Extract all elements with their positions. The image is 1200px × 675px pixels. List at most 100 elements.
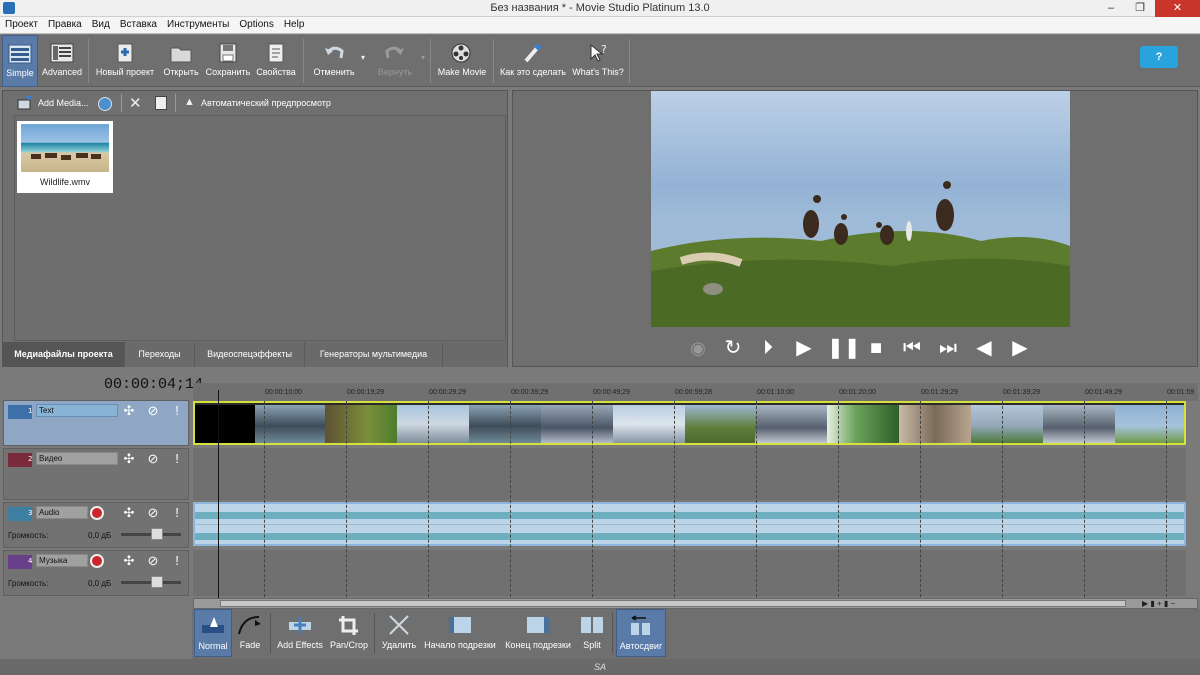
split-button[interactable]: Split: [576, 609, 608, 657]
track-motion-icon[interactable]: ✣: [120, 450, 138, 468]
whats-this-button[interactable]: ? What's This?: [570, 35, 626, 87]
timeline-ruler[interactable]: 00:00:10;00 00:00:19;29 00:00:29;29 00:0…: [193, 383, 1198, 401]
ruler-tick: 00:00:19;29: [347, 389, 384, 396]
svg-text:1: 1: [28, 407, 32, 415]
help-bubble-button[interactable]: ?: [1140, 46, 1178, 68]
track-header-text[interactable]: 1 Text ✣ ⊘ !: [3, 400, 189, 446]
add-media-button[interactable]: Add Media...: [38, 98, 89, 108]
mute-icon[interactable]: ⊘: [144, 450, 162, 468]
menu-project[interactable]: Проект: [0, 17, 43, 33]
mute-icon[interactable]: ⊘: [144, 504, 162, 522]
undo-button[interactable]: Отменить: [308, 35, 360, 87]
pan-crop-button[interactable]: Pan/Crop: [328, 609, 370, 657]
fade-button[interactable]: Fade: [234, 609, 266, 657]
how-to-button[interactable]: Как это сделать: [498, 35, 568, 87]
media-properties-icon[interactable]: [155, 96, 167, 110]
properties-button[interactable]: Свойства: [254, 35, 298, 87]
video-clip-wildlife[interactable]: [193, 401, 1186, 445]
pause-icon[interactable]: ❚❚: [827, 335, 861, 361]
audio-clip-wildlife[interactable]: [193, 502, 1186, 546]
track-name[interactable]: Audio: [36, 506, 88, 519]
menu-options[interactable]: Options: [234, 17, 278, 33]
tab-project-media[interactable]: Медиафайлы проекта: [3, 342, 125, 367]
video-frame: [685, 405, 755, 443]
video-frame: [255, 405, 325, 443]
track-name[interactable]: Видео: [36, 452, 118, 465]
mute-icon[interactable]: ⊘: [144, 552, 162, 570]
add-effects-button[interactable]: Add Effects: [274, 609, 326, 657]
go-to-end-icon[interactable]: ⏭: [935, 335, 961, 361]
trim-end-button[interactable]: Конец подрезки: [502, 609, 574, 657]
video-preview-panel: ◉ ↻ ⏵ ▶ ❚❚ ■ ⏮ ⏭ ◀ ▶: [512, 90, 1198, 367]
menu-view[interactable]: Вид: [87, 17, 115, 33]
loop-icon[interactable]: ↻: [720, 335, 746, 361]
add-media-icon[interactable]: [17, 94, 33, 110]
record-icon[interactable]: ◉: [685, 335, 711, 361]
volume-slider[interactable]: [121, 528, 181, 540]
music-track-lane[interactable]: [193, 550, 1186, 596]
ruler-tick: 00:01:10;00: [757, 389, 794, 396]
track-name[interactable]: Text: [36, 404, 118, 417]
track-header-audio[interactable]: 3 Audio ✣ ⊘ ! Громкость: 0,0 дБ: [3, 502, 189, 548]
video-frame: [469, 405, 541, 443]
restore-button[interactable]: ❐: [1126, 0, 1154, 17]
menu-tools[interactable]: Инструменты: [162, 17, 234, 33]
auto-ripple-button[interactable]: Автосдвиг: [616, 609, 666, 657]
save-button[interactable]: Сохранить: [204, 35, 252, 87]
solo-icon[interactable]: !: [168, 504, 186, 522]
new-project-button[interactable]: Новый проект: [93, 35, 157, 87]
previous-frame-icon[interactable]: ◀: [971, 335, 997, 361]
track-name[interactable]: Музыка: [36, 554, 88, 567]
track-motion-icon[interactable]: ✣: [120, 402, 138, 420]
track-motion-icon[interactable]: ✣: [120, 552, 138, 570]
menu-insert[interactable]: Вставка: [115, 17, 162, 33]
media-thumbnail-wildlife[interactable]: Wildlife.wmv: [17, 121, 113, 193]
stop-icon[interactable]: ■: [863, 335, 889, 361]
solo-icon[interactable]: !: [168, 450, 186, 468]
menu-edit[interactable]: Правка: [43, 17, 87, 33]
advanced-mode-button[interactable]: Advanced: [40, 35, 84, 87]
record-arm-icon[interactable]: [90, 554, 104, 568]
simple-mode-button[interactable]: Simple: [2, 35, 38, 87]
svg-text:3: 3: [28, 509, 32, 517]
tab-video-fx[interactable]: Видеоспецэффекты: [195, 342, 305, 367]
timeline-scrollbar[interactable]: ▶ ▮ + ▮ −: [193, 598, 1198, 609]
playhead[interactable]: [218, 390, 219, 598]
menu-help[interactable]: Help: [279, 17, 310, 33]
undo-dropdown-icon[interactable]: ▾: [361, 53, 365, 62]
open-button[interactable]: Открыть: [160, 35, 202, 87]
track-header-video[interactable]: 2 Видео ✣ ⊘ !: [3, 448, 189, 500]
play-icon[interactable]: ▶: [791, 335, 817, 361]
scrollbar-thumb[interactable]: [220, 600, 1126, 607]
record-arm-icon[interactable]: [90, 506, 104, 520]
timecode-display[interactable]: 00:00:04;14: [104, 376, 203, 393]
auto-preview-toggle[interactable]: Автоматический предпросмотр: [201, 98, 331, 108]
play-from-start-icon[interactable]: ⏵: [755, 335, 781, 361]
globe-icon[interactable]: [98, 97, 112, 111]
solo-icon[interactable]: !: [168, 402, 186, 420]
volume-slider[interactable]: [121, 576, 181, 588]
tab-transitions[interactable]: Переходы: [125, 342, 195, 367]
trim-start-button[interactable]: Начало подрезки: [422, 609, 498, 657]
delete-media-icon[interactable]: ✕: [129, 94, 142, 112]
delete-button[interactable]: Удалить: [378, 609, 420, 657]
track-motion-icon[interactable]: ✣: [120, 504, 138, 522]
track-header-music[interactable]: 4 Музыка ✣ ⊘ ! Громкость: 0,0 дБ: [3, 550, 189, 596]
video-track-lane[interactable]: [193, 448, 1186, 500]
ruler-tick: 00:00:59;28: [675, 389, 712, 396]
tab-media-generators[interactable]: Генераторы мультимедиа: [305, 342, 443, 367]
close-button[interactable]: ✕: [1155, 0, 1200, 17]
next-frame-icon[interactable]: ▶: [1007, 335, 1033, 361]
make-movie-button[interactable]: Make Movie: [435, 35, 489, 87]
zoom-controls[interactable]: ▶ ▮ + ▮ −: [1142, 599, 1192, 608]
solo-icon[interactable]: !: [168, 552, 186, 570]
minimize-button[interactable]: –: [1097, 0, 1125, 17]
redo-button[interactable]: Вернуть: [370, 35, 420, 87]
go-to-start-icon[interactable]: ⏮: [899, 335, 925, 361]
redo-dropdown-icon[interactable]: ▾: [421, 53, 425, 62]
auto-preview-icon[interactable]: ▲: [184, 96, 195, 108]
normal-edit-button[interactable]: Normal: [194, 609, 232, 657]
volume-slider-knob[interactable]: [151, 576, 163, 588]
mute-icon[interactable]: ⊘: [144, 402, 162, 420]
volume-slider-knob[interactable]: [151, 528, 163, 540]
